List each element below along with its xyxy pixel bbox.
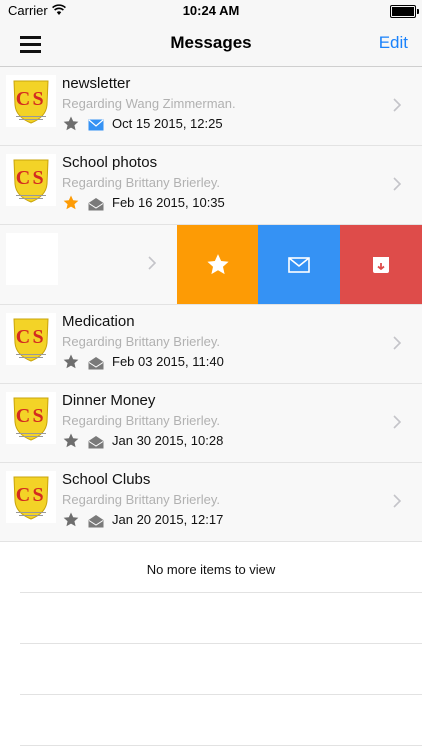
school-logo: CS: [6, 154, 56, 206]
svg-text:C: C: [16, 167, 30, 189]
archive-action-button[interactable]: [340, 225, 422, 304]
message-date: Jan 30 2015, 10:28: [112, 433, 224, 448]
message-subject: newsletter: [62, 75, 131, 92]
star-icon[interactable]: [62, 511, 80, 529]
envelope-icon: [88, 514, 104, 528]
svg-text:S: S: [32, 167, 43, 189]
nav-bar: Messages Edit: [0, 22, 422, 67]
mark-read-action-button[interactable]: [258, 225, 340, 304]
envelope-icon: [88, 435, 104, 449]
message-row[interactable]: C S School photos Regarding Brittany Brierl…: [0, 146, 422, 225]
envelope-icon: [88, 356, 104, 370]
svg-text:C: C: [16, 405, 30, 427]
message-regarding: Regarding Brittany Brierley.: [62, 413, 220, 428]
svg-text:S: S: [32, 88, 43, 110]
message-row[interactable]: C S Dinner Money Regarding Brittany Brierle…: [0, 384, 422, 463]
favorite-action-button[interactable]: [177, 225, 259, 304]
svg-text:S: S: [32, 484, 43, 506]
archive-icon: [373, 256, 389, 273]
message-row[interactable]: C S Medication Regarding Brittany Brierley.…: [0, 305, 422, 384]
message-date: Oct 15 2015, 12:25: [112, 116, 223, 131]
star-icon[interactable]: [62, 115, 80, 133]
message-regarding: Regarding Wang Zimmerman.: [62, 96, 236, 111]
svg-text:C: C: [16, 484, 30, 506]
message-regarding: Regarding Brittany Brierley.: [62, 492, 220, 507]
star-icon[interactable]: [62, 353, 80, 371]
message-subject: School Clubs: [62, 471, 151, 488]
message-regarding: Regarding Brittany Brierley.: [62, 175, 220, 190]
swiped-message-row[interactable]: [0, 225, 422, 305]
message-subject: Medication: [62, 313, 135, 330]
school-logo: CS: [6, 471, 56, 523]
school-logo: CS: [6, 313, 56, 365]
message-row[interactable]: C Snewsletter Regarding Wang Zimmerman. Oct…: [0, 67, 422, 146]
message-subject: Dinner Money: [62, 392, 156, 409]
star-icon[interactable]: [62, 432, 80, 450]
page-title: Messages: [170, 33, 252, 52]
empty-row-separator: [20, 745, 422, 746]
envelope-icon: [88, 197, 104, 211]
edit-button[interactable]: Edit: [379, 33, 408, 53]
svg-text:C: C: [16, 88, 30, 110]
message-date: Jan 20 2015, 12:17: [112, 512, 224, 527]
star-icon[interactable]: [62, 194, 80, 212]
empty-row-separator: [20, 643, 422, 644]
battery-icon: [390, 5, 419, 18]
school-logo: CS: [6, 392, 56, 444]
message-regarding: Regarding Brittany Brierley.: [62, 334, 220, 349]
clock: 10:24 AM: [182, 3, 240, 18]
message-date: Feb 03 2015, 11:40: [112, 354, 224, 369]
empty-row-separator: [20, 694, 422, 695]
svg-text:S: S: [32, 405, 43, 427]
envelope-icon: [288, 256, 310, 273]
school-logo: CS: [6, 75, 56, 127]
star-icon: [207, 253, 229, 274]
school-logo: [6, 233, 58, 285]
no-more-items-label: No more items to view: [146, 562, 276, 577]
envelope-icon: [88, 118, 104, 132]
svg-text:C: C: [16, 326, 30, 348]
message-date: Feb 16 2015, 10:35: [112, 195, 225, 210]
empty-row-separator: [20, 592, 422, 593]
status-bar: Carrier 10:24 AM: [0, 0, 422, 22]
message-list: C Snewsletter Regarding Wang Zimmerman. Oct…: [0, 67, 422, 542]
svg-text:S: S: [32, 326, 43, 348]
message-row[interactable]: C S School Clubs Regarding Brittany Brierle…: [0, 463, 422, 542]
message-subject: School photos: [62, 154, 158, 171]
